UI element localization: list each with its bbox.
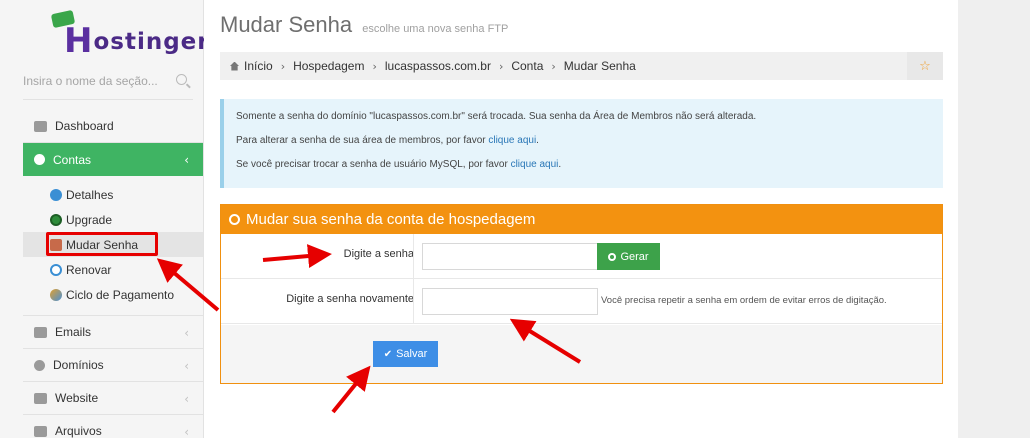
search-icon[interactable] [176,74,187,85]
info-circle-icon [50,188,62,201]
generate-label: Gerar [620,250,649,263]
sidebar-item-contas[interactable]: Contas ‹ [23,143,203,176]
sidebar-subitem-renovar[interactable]: Renovar [23,257,203,282]
sidebar-item-website[interactable]: Website ‹ [23,382,203,415]
desktop-icon [34,392,47,404]
info-line-members: Para alterar a senha de sua área de memb… [236,134,931,147]
breadcrumb: Início › Hospedagem › lucaspassos.com.br… [220,52,943,80]
subitem-label: Renovar [66,262,112,277]
dashboard-icon [34,120,47,132]
hostinger-logo[interactable]: Hostinger [50,9,209,61]
panel-title: Mudar sua senha da conta de hospedagem [246,211,536,228]
sidebar-item-dashboard[interactable]: Dashboard [23,110,203,143]
info-line-domain: Somente a senha do domínio "lucaspassos.… [236,111,757,122]
cogs-icon [229,214,240,225]
envelope-icon [34,326,47,338]
page-subtitle: escolhe uma nova senha FTP [362,23,509,35]
mysql-password-link[interactable]: clique aqui [511,159,559,170]
save-label: Salvar [396,348,428,360]
password-repeat-row: Digite a senha novamente Você precisa re… [221,279,942,324]
favorite-star-icon[interactable]: ☆ [907,52,943,80]
home-lock-icon [50,238,62,251]
payment-cycle-icon [50,288,62,301]
right-margin [958,0,1030,438]
subitem-label: Upgrade [66,212,113,227]
sidebar-item-label: Arquivos [55,424,102,438]
breadcrumb-item-domain[interactable]: lucaspassos.com.br [385,59,491,73]
folder-icon [34,425,47,437]
subitem-label: Ciclo de Pagamento [66,287,175,302]
breadcrumb-item-current: Mudar Senha [563,59,636,73]
check-icon: ✔ [383,348,393,360]
gear-icon [608,252,617,261]
subitem-label: Mudar Senha [66,237,139,252]
sidebar-item-emails[interactable]: Emails ‹ [23,316,203,349]
subitem-label: Detalhes [66,187,114,202]
password-repeat-input[interactable] [422,288,598,315]
sidebar-item-label: Dashboard [55,119,114,133]
globe-icon [34,359,45,371]
chevron-left-icon: ‹ [184,326,189,340]
row-divider [413,234,414,279]
upgrade-icon [50,213,62,226]
info-alert: Somente a senha do domínio "lucaspassos.… [220,99,943,188]
password-repeat-label: Digite a senha novamente [286,293,414,305]
chevron-left-icon: ‹ [184,153,189,167]
breadcrumb-separator: › [551,59,556,73]
password-input[interactable] [422,243,598,270]
sidebar-subitem-ciclo-pagamento[interactable]: Ciclo de Pagamento [23,282,203,307]
sidebar-nav: Dashboard Contas ‹ Detalhes Upgrade Muda… [23,110,203,438]
breadcrumb-item-inicio[interactable]: Início [244,59,273,73]
breadcrumb-separator: › [372,59,377,73]
section-search [23,64,193,100]
panel-header: Mudar sua senha da conta de hospedagem [221,205,942,234]
info-text: Para alterar a senha de sua área de memb… [236,135,489,146]
sidebar-subitem-upgrade[interactable]: Upgrade [23,207,203,232]
page-title: Mudar Senha escolhe uma nova senha FTP [220,12,508,38]
sidebar-item-label: Emails [55,325,92,339]
sidebar-subitem-mudar-senha[interactable]: Mudar Senha [23,232,203,257]
members-password-link[interactable]: clique aqui [488,135,536,146]
breadcrumb-separator: › [280,59,286,73]
info-icon [34,154,45,165]
info-text-end: . [536,135,539,146]
home-icon [230,61,239,71]
section-search-input[interactable] [23,64,163,98]
repeat-hint: Você precisa repetir a senha em ordem de… [601,295,887,306]
sidebar-item-label: Domínios [53,358,104,372]
breadcrumb-item-conta[interactable]: Conta [511,59,543,73]
sidebar-subitem-detalhes[interactable]: Detalhes [23,182,203,207]
chevron-left-icon: ‹ [184,392,189,406]
chevron-left-icon: ‹ [184,359,189,373]
sidebar: Hostinger Dashboard Contas ‹ Detalhes Up… [0,0,209,438]
generate-password-button[interactable]: Gerar [597,243,660,270]
password-row: Digite a senha Gerar [221,234,942,279]
main-content: Mudar Senha escolhe uma nova senha FTP I… [204,0,958,438]
logo-name: ostinger [93,29,210,55]
save-button[interactable]: ✔ Salvar [373,341,438,367]
info-text: Se você precisar trocar a senha de usuár… [236,159,511,170]
password-label: Digite a senha [343,248,414,260]
row-divider [413,279,414,324]
info-text-end: . [558,159,562,170]
change-password-panel: Mudar sua senha da conta de hospedagem D… [220,204,943,384]
sidebar-item-label: Website [55,391,99,405]
refresh-icon [50,263,62,276]
sidebar-item-arquivos[interactable]: Arquivos ‹ [23,415,203,438]
chevron-left-icon: ‹ [184,425,189,438]
logo-initial: H [64,21,94,61]
breadcrumb-item-hospedagem[interactable]: Hospedagem [293,59,364,73]
panel-footer: ✔ Salvar [221,325,942,383]
page-title-text: Mudar Senha [220,12,353,37]
sidebar-item-dominios[interactable]: Domínios ‹ [23,349,203,382]
sidebar-item-label: Contas [53,152,92,167]
info-line-mysql: Se você precisar trocar a senha de usuár… [236,158,931,171]
contas-submenu: Detalhes Upgrade Mudar Senha Renovar Cic… [23,176,203,316]
breadcrumb-separator: › [498,59,504,73]
